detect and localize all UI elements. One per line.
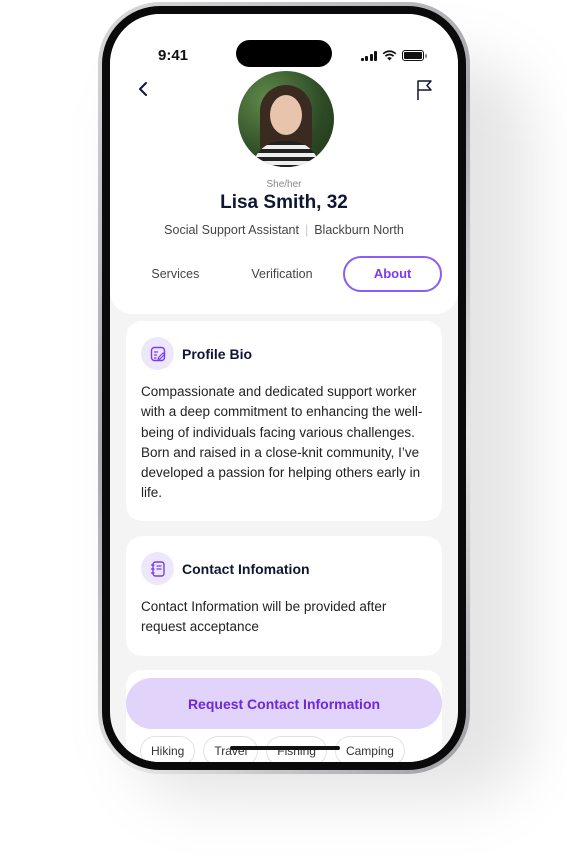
battery-icon (402, 50, 427, 61)
profile-bio-card: Profile Bio Compassionate and dedicated … (126, 321, 442, 521)
avatar (238, 71, 334, 167)
edit-note-icon (141, 337, 174, 370)
flag-icon (417, 80, 432, 100)
separator: | (304, 223, 309, 237)
bio-text: Compassionate and dedicated support work… (141, 384, 423, 501)
status-icons (360, 50, 427, 61)
interest-chip[interactable]: Hiking (140, 736, 196, 762)
app-screen: 9:41 She/her Lisa Smith, 32 Social Suppo… (110, 14, 458, 762)
pronouns: She/her (266, 179, 302, 190)
back-button[interactable] (134, 78, 154, 100)
phone-bezel: 9:41 She/her Lisa Smith, 32 Social Suppo… (102, 6, 466, 770)
card-title: Profile Bio (182, 345, 253, 362)
signal-icon (360, 50, 377, 61)
interest-chip[interactable]: Camping (334, 736, 405, 762)
status-time: 9:41 (158, 47, 189, 64)
contact-info-card: Contact Infomation Contact Information w… (126, 536, 442, 656)
notebook-icon (141, 552, 174, 585)
phone-frame: 9:41 She/her Lisa Smith, 32 Social Suppo… (98, 2, 470, 774)
profile-role: Social Support Assistant (164, 223, 299, 237)
card-title: Contact Infomation (182, 560, 310, 577)
profile-header: 9:41 She/her Lisa Smith, 32 Social Suppo… (110, 14, 458, 314)
profile-subline: Social Support Assistant | Blackburn North (110, 223, 458, 237)
request-contact-button[interactable]: Request Contact Information (126, 678, 442, 729)
tab-services[interactable]: Services (126, 267, 225, 281)
profile-location: Blackburn North (314, 223, 404, 237)
contact-info-text: Contact Information will be provided aft… (141, 599, 387, 635)
profile-tabs: Services Verification About (126, 256, 442, 292)
chevron-left-icon (139, 82, 147, 96)
dynamic-island (236, 40, 332, 67)
tab-about[interactable]: About (343, 256, 442, 292)
report-button[interactable] (414, 78, 436, 102)
wifi-icon (382, 50, 397, 61)
home-indicator[interactable] (230, 746, 340, 750)
profile-name: Lisa Smith, 32 (220, 192, 348, 213)
tab-verification[interactable]: Verification (225, 267, 340, 281)
